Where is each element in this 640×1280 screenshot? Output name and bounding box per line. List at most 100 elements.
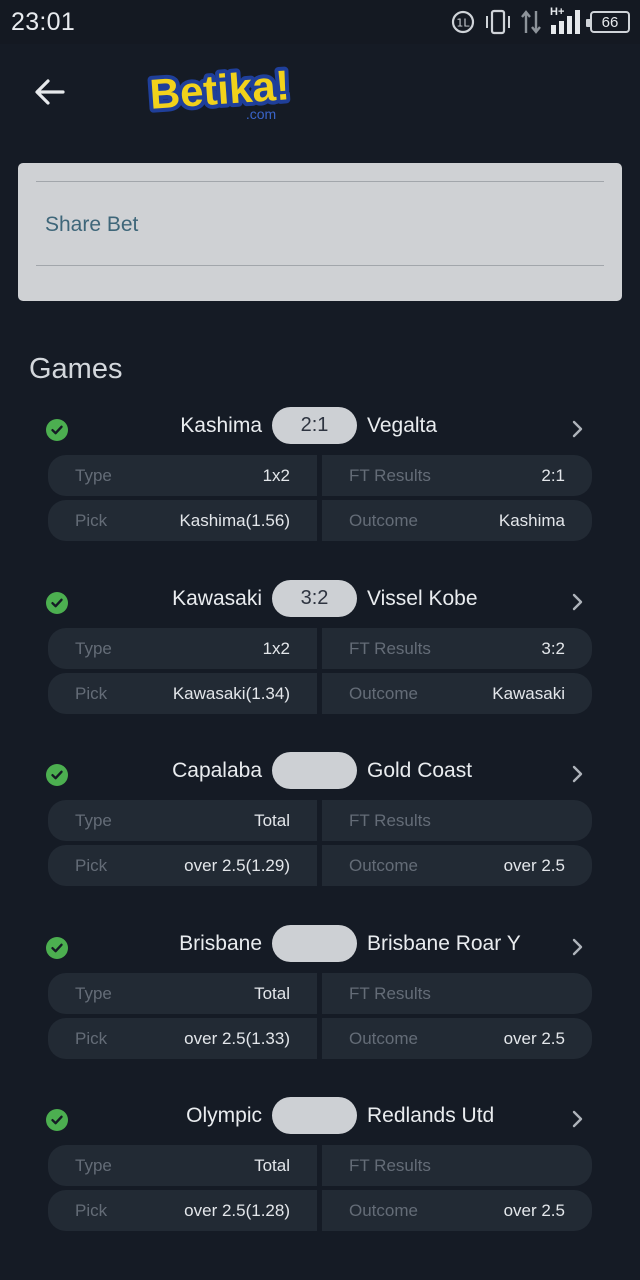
type-label: Type: [75, 1156, 112, 1175]
pick-value: over 2.5(1.33): [184, 1028, 290, 1048]
game-item[interactable]: Kawasaki 3:2 Vissel Kobe Type 1x2 FT Res…: [0, 579, 640, 720]
type-value: Total: [254, 811, 290, 830]
check-icon: [46, 591, 68, 614]
away-team: Brisbane Roar Y: [367, 931, 521, 955]
signal-icon: H+: [550, 6, 582, 35]
type-label: Type: [75, 811, 112, 830]
outcome-label: Outcome: [349, 1028, 418, 1048]
pick-value: Kawasaki(1.34): [172, 683, 290, 703]
pick-cell: Pick Kawasaki(1.34): [48, 672, 317, 714]
outcome-value: over 2.5: [503, 1201, 565, 1220]
chevron-right-icon[interactable]: [570, 419, 586, 439]
type-cell: Type Total: [48, 800, 317, 841]
away-team: Vegalta: [367, 414, 438, 437]
score-badge: [272, 1097, 357, 1134]
check-icon: [46, 936, 68, 959]
outcome-cell: Outcome Kawasaki: [322, 672, 592, 714]
network-type-label: H+: [550, 6, 565, 18]
vibrate-icon: [484, 9, 512, 35]
outcome-cell: Outcome Kashima: [322, 500, 592, 541]
home-team: Olympic: [186, 1104, 262, 1127]
chevron-right-icon[interactable]: [570, 937, 586, 957]
chevron-right-icon[interactable]: [570, 1109, 586, 1129]
check-icon: [46, 419, 68, 441]
away-team: Gold Coast: [367, 759, 473, 782]
outcome-label: Outcome: [349, 683, 418, 703]
games-title: Games: [29, 353, 123, 385]
away-team: Redlands Utd: [367, 1104, 495, 1127]
score-badge: [272, 752, 357, 789]
battery-level: 66: [601, 13, 619, 31]
score-badge: 3:2: [272, 579, 357, 617]
pick-cell: Pick Kashima(1.56): [48, 500, 317, 541]
type-label: Type: [75, 638, 112, 658]
type-value: Total: [254, 983, 290, 1003]
type-cell: Type Total: [48, 972, 317, 1014]
chevron-right-icon[interactable]: [570, 592, 586, 612]
score-badge: 2:1: [272, 407, 357, 444]
pick-cell: Pick over 2.5(1.29): [48, 845, 317, 886]
ft-results-label: FT Results: [349, 638, 431, 658]
outcome-label: Outcome: [349, 1201, 418, 1220]
home-team: Kawasaki: [172, 586, 262, 610]
ft-results-label: FT Results: [349, 983, 431, 1003]
outcome-cell: Outcome over 2.5: [322, 845, 592, 886]
svg-text:.com: .com: [246, 106, 276, 120]
app-header: Betika! Betika! .com: [0, 44, 640, 144]
check-icon: [46, 1109, 68, 1131]
ft-results-cell: FT Results: [322, 972, 592, 1014]
outcome-cell: Outcome over 2.5: [322, 1190, 592, 1231]
clock-icon: 1L: [450, 9, 476, 35]
pick-value: over 2.5(1.28): [184, 1201, 290, 1220]
type-value: 1x2: [262, 466, 290, 485]
back-button[interactable]: [30, 72, 70, 112]
share-bet-card: Share Bet: [18, 163, 622, 301]
pick-value: Kashima(1.56): [179, 511, 290, 530]
outcome-value: over 2.5: [503, 856, 565, 875]
game-item[interactable]: Kashima 2:1 Vegalta Type 1x2 FT Results …: [0, 407, 640, 547]
pick-label: Pick: [75, 1028, 108, 1048]
pick-label: Pick: [75, 683, 108, 703]
arrow-left-icon: [35, 79, 65, 105]
ft-results-label: FT Results: [349, 466, 431, 485]
game-item[interactable]: Olympic Redlands Utd Type Total FT Resul…: [0, 1097, 640, 1237]
ft-results-value: 3:2: [541, 638, 565, 658]
home-team: Kashima: [180, 414, 262, 437]
home-team: Brisbane: [179, 931, 262, 955]
pick-label: Pick: [75, 856, 108, 875]
outcome-label: Outcome: [349, 856, 418, 875]
pick-label: Pick: [75, 511, 108, 530]
type-value: Total: [254, 1156, 290, 1175]
chevron-right-icon[interactable]: [570, 764, 586, 784]
pick-value: over 2.5(1.29): [184, 856, 290, 875]
ft-results-cell: FT Results 3:2: [322, 627, 592, 669]
svg-text:1L: 1L: [456, 17, 470, 30]
home-team: Capalaba: [172, 759, 262, 782]
status-icons: 1L H+ 66: [450, 6, 630, 37]
ft-results-cell: FT Results: [322, 800, 592, 841]
outcome-value: Kawasaki: [492, 683, 565, 703]
outcome-label: Outcome: [349, 511, 418, 530]
data-arrows-icon: [520, 9, 542, 35]
divider: [36, 181, 604, 182]
divider: [36, 265, 604, 266]
type-cell: Type 1x2: [48, 455, 317, 496]
away-team: Vissel Kobe: [367, 586, 478, 610]
share-bet-link[interactable]: Share Bet: [45, 213, 138, 237]
type-label: Type: [75, 466, 112, 485]
ft-results-label: FT Results: [349, 1156, 431, 1175]
outcome-value: over 2.5: [503, 1028, 565, 1048]
status-bar: 23:01 1L H+ 66: [0, 0, 640, 44]
game-item[interactable]: Brisbane Brisbane Roar Y Type Total FT R…: [0, 924, 640, 1065]
ft-results-label: FT Results: [349, 811, 431, 830]
game-item[interactable]: Capalaba Gold Coast Type Total FT Result…: [0, 752, 640, 892]
status-time: 23:01: [11, 8, 76, 36]
type-value: 1x2: [262, 638, 290, 658]
betika-logo: Betika! Betika! .com: [144, 57, 295, 122]
pick-cell: Pick over 2.5(1.28): [48, 1190, 317, 1231]
type-label: Type: [75, 983, 112, 1003]
check-icon: [46, 764, 68, 786]
score-badge: [272, 924, 357, 962]
ft-results-value: 2:1: [541, 466, 565, 485]
type-cell: Type 1x2: [48, 627, 317, 669]
